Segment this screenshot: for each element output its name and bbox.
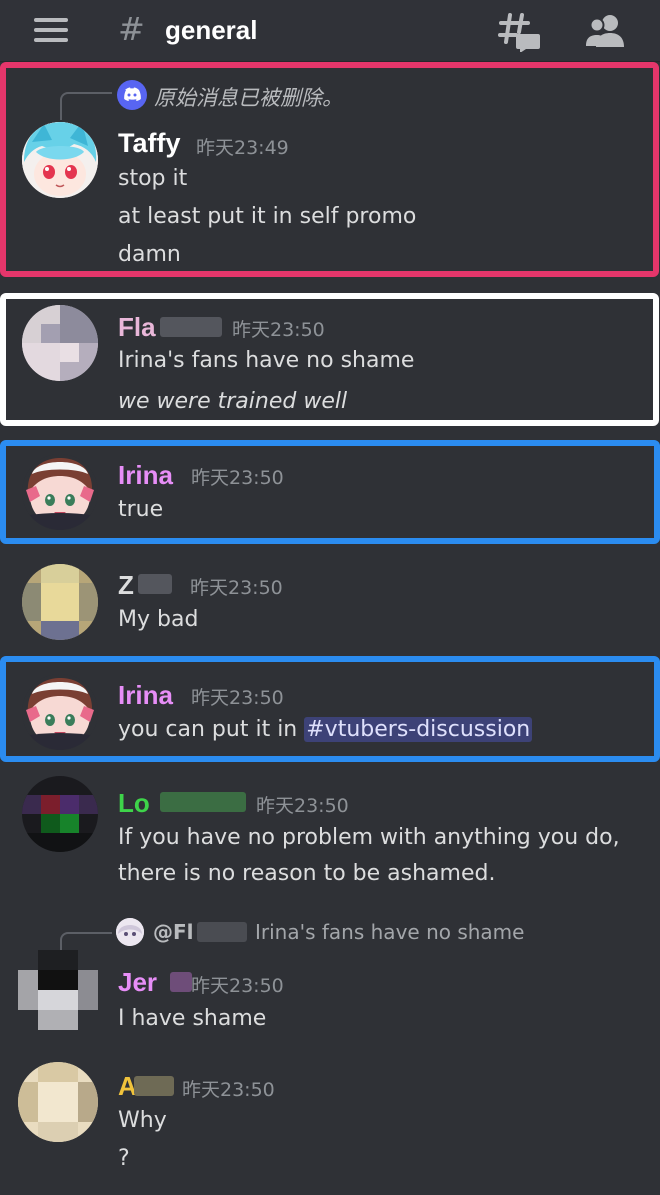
message-line: stop it [118, 166, 188, 191]
channel-title: general [165, 15, 258, 45]
timestamp: 昨天23:50 [191, 975, 284, 997]
message-line: there is no reason to be ashamed. [118, 861, 496, 886]
avatar[interactable] [22, 564, 98, 640]
redacted-name [197, 922, 247, 942]
message-line: at least put it in self promo [118, 204, 417, 229]
redacted-name [138, 574, 172, 594]
author-name[interactable]: Z [118, 570, 134, 601]
threads-icon[interactable] [498, 12, 540, 52]
timestamp: 昨天23:50 [191, 467, 284, 489]
message-line: damn [118, 242, 181, 267]
message-line: Irina's fans have no shame [118, 348, 415, 373]
reply-avatar [116, 918, 144, 946]
message-irina-mention[interactable]: Irina 昨天23:50 you can put it in #vtubers… [0, 662, 660, 762]
blurred-avatar [22, 305, 98, 381]
timestamp: 昨天23:50 [256, 795, 349, 817]
taffy-avatar-art [22, 122, 98, 198]
author-name[interactable]: Irina [118, 460, 173, 491]
irina-avatar[interactable] [22, 674, 98, 750]
timestamp: 昨天23:50 [232, 319, 325, 341]
timestamp: 昨天23:50 [190, 577, 283, 599]
message-taffy[interactable]: 原始消息已被删除。 Taffy 昨天23:49 stop it at least… [0, 62, 660, 277]
avatar[interactable] [22, 122, 98, 198]
author-name[interactable]: Taffy [118, 128, 181, 159]
avatar[interactable] [22, 776, 98, 852]
avatar[interactable] [18, 950, 98, 1030]
blurred-avatar [22, 564, 98, 640]
redacted-name [170, 972, 192, 992]
reply-connector [60, 92, 112, 120]
channel-header: # general [0, 0, 660, 62]
message-line: we were trained well [118, 389, 348, 414]
message-z[interactable]: Z 昨天23:50 My bad [0, 552, 660, 652]
author-name[interactable]: Fla [118, 312, 156, 343]
message-a[interactable]: A 昨天23:50 Why ? [0, 1058, 660, 1195]
blurred-avatar [22, 776, 98, 852]
avatar[interactable] [22, 305, 98, 381]
message-line: ? [118, 1146, 130, 1171]
irina-avatar-art [22, 674, 98, 750]
message-line: Why [118, 1108, 167, 1133]
message-line: you can put it in #vtubers-discussion [118, 717, 533, 742]
message-line: true [118, 497, 164, 522]
timestamp: 昨天23:50 [182, 1079, 275, 1101]
reply-deleted-text: 原始消息已被删除。 [154, 86, 343, 110]
message-text: you can put it in [118, 717, 305, 742]
irina-avatar-art [22, 454, 98, 530]
members-icon[interactable] [585, 13, 625, 49]
blurred-avatar [18, 1062, 98, 1142]
redacted-name [134, 1076, 174, 1096]
irina-avatar[interactable] [22, 454, 98, 530]
message-line: My bad [118, 607, 199, 632]
author-name[interactable]: Irina [118, 680, 173, 711]
channel-mention-link[interactable]: #vtubers-discussion [304, 717, 533, 742]
message-jer[interactable]: @Fl Irina's fans have no shame Jer 昨天23:… [0, 910, 660, 1040]
avatar[interactable] [18, 1062, 98, 1142]
timestamp: 昨天23:50 [191, 687, 284, 709]
author-name[interactable]: Jer [118, 967, 157, 998]
reply-preview-text: Irina's fans have no shame [255, 920, 525, 944]
message-line: If you have no problem with anything you… [118, 825, 620, 850]
blurred-avatar [18, 950, 98, 1030]
redacted-name [160, 317, 222, 337]
message-line: I have shame [118, 1006, 267, 1031]
message-irina-true[interactable]: Irina 昨天23:50 true [0, 442, 660, 542]
author-name[interactable]: Lo [118, 788, 150, 819]
channel-hash-icon: # [118, 10, 145, 48]
message-fla[interactable]: Fla 昨天23:50 Irina's fans have no shame w… [0, 295, 660, 427]
discord-icon [117, 80, 147, 110]
reply-author[interactable]: @Fl [153, 920, 194, 944]
hamburger-menu-icon[interactable] [34, 18, 68, 42]
timestamp: 昨天23:49 [196, 137, 289, 159]
message-lo[interactable]: Lo 昨天23:50 If you have no problem with a… [0, 772, 660, 890]
redacted-name [160, 792, 246, 812]
